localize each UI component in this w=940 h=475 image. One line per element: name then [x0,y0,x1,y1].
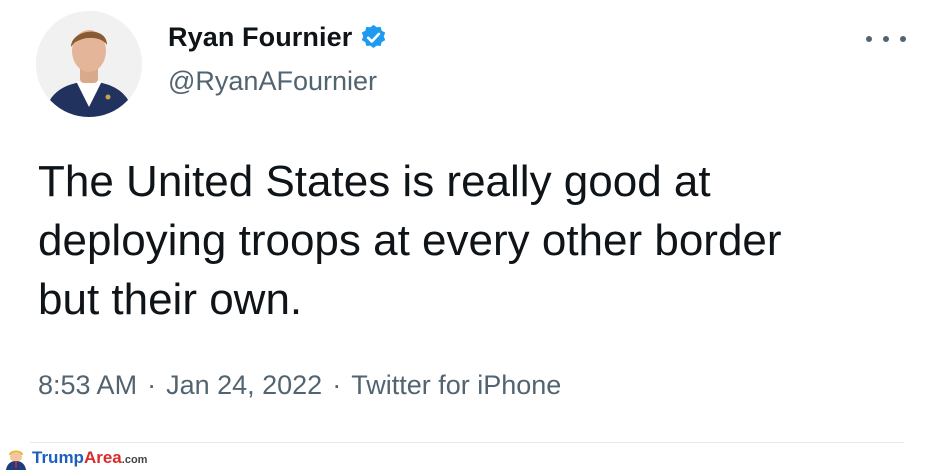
more-dot [900,36,906,42]
watermark-brand-suffix: .com [121,454,148,466]
divider [30,442,904,443]
verified-badge-icon [359,23,388,52]
more-dot [883,36,889,42]
tweet-date[interactable]: Jan 24, 2022 [166,370,322,401]
watermark-brand-part1: Trump [32,448,84,467]
meta-separator: · [147,370,157,400]
more-options-icon[interactable] [866,28,906,50]
watermark: TrumpArea.com [0,446,200,470]
author-photo [36,11,142,117]
more-dot [866,36,872,42]
tweet-text: The United States is really good at depl… [38,157,782,324]
author-avatar[interactable] [36,11,142,117]
tweet-meta: 8:53 AM · Jan 24, 2022 · Twitter for iPh… [38,370,561,401]
watermark-brand: TrumpArea.com [32,448,147,468]
author-name-row[interactable]: Ryan Fournier [168,22,388,53]
tweet-time[interactable]: 8:53 AM [38,370,137,401]
author-handle[interactable]: @RyanAFournier [168,66,377,97]
tweet-source[interactable]: Twitter for iPhone [351,370,561,401]
meta-separator: · [332,370,342,400]
watermark-figure-icon [3,446,29,470]
author-display-name[interactable]: Ryan Fournier [168,22,352,53]
watermark-brand-part2: Area [83,448,122,467]
